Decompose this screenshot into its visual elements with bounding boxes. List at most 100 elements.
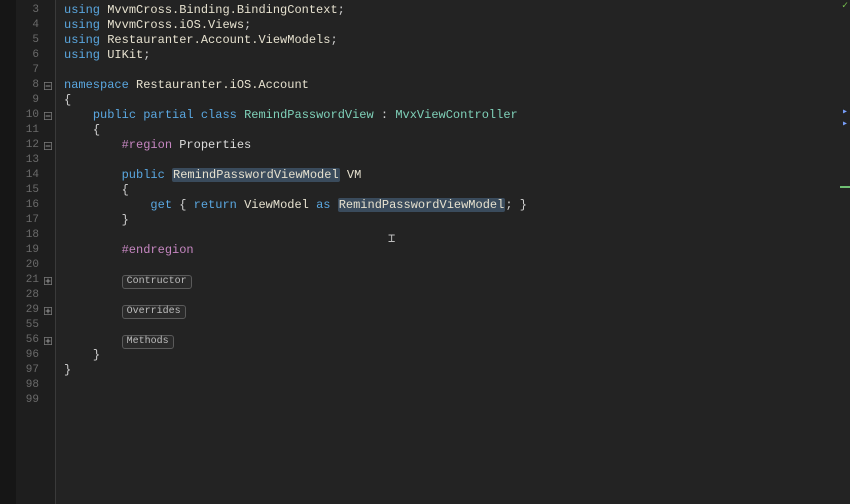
token-type: RemindPasswordView	[244, 108, 374, 122]
code-line[interactable]	[64, 318, 850, 333]
token-punct: ;	[244, 18, 251, 32]
code-line[interactable]: {	[64, 183, 850, 198]
line-number-gutter[interactable]: 3456789101112131415161718192021282955569…	[16, 0, 56, 504]
code-line[interactable]: get { return ViewModel as RemindPassword…	[64, 198, 850, 213]
line-number: 19	[19, 243, 43, 258]
fold-expand-icon[interactable]	[43, 336, 53, 346]
line-number: 17	[19, 213, 43, 228]
token-punct: {	[64, 93, 71, 107]
gutter-row[interactable]: 98	[16, 378, 55, 393]
code-line[interactable]	[64, 153, 850, 168]
token-punct: }	[93, 348, 100, 362]
gutter-row[interactable]: 7	[16, 63, 55, 78]
gutter-row[interactable]: 96	[16, 348, 55, 363]
code-line[interactable]: {	[64, 123, 850, 138]
code-line[interactable]: using MvvmCross.iOS.Views;	[64, 18, 850, 33]
code-line[interactable]: using UIKit;	[64, 48, 850, 63]
code-line[interactable]: Methods	[64, 333, 850, 348]
gutter-row[interactable]: 3	[16, 3, 55, 18]
token-id	[129, 78, 136, 92]
code-line[interactable]	[64, 378, 850, 393]
gutter-row[interactable]: 29	[16, 303, 55, 318]
fold-expand-icon[interactable]	[43, 276, 53, 286]
fold-collapse-icon[interactable]	[43, 81, 53, 91]
code-line[interactable]: }	[64, 213, 850, 228]
fold-collapse-icon[interactable]	[43, 141, 53, 151]
token-id	[165, 168, 172, 182]
fold-placeholder	[43, 6, 53, 16]
gutter-row[interactable]: 99	[16, 393, 55, 408]
code-line[interactable]	[64, 63, 850, 78]
line-number: 99	[19, 393, 43, 408]
gutter-row[interactable]: 4	[16, 18, 55, 33]
fold-collapse-icon[interactable]	[43, 111, 53, 121]
code-line[interactable]: using MvvmCross.Binding.BindingContext;	[64, 3, 850, 18]
gutter-row[interactable]: 56	[16, 333, 55, 348]
code-line[interactable]: namespace Restauranter.iOS.Account	[64, 78, 850, 93]
code-line[interactable]: #endregion	[64, 243, 850, 258]
gutter-row[interactable]: 10	[16, 108, 55, 123]
fold-expand-icon[interactable]	[43, 306, 53, 316]
gutter-row[interactable]: 97	[16, 363, 55, 378]
token-kw: using	[64, 33, 100, 47]
gutter-row[interactable]: 20	[16, 258, 55, 273]
code-area[interactable]: using MvvmCross.Binding.BindingContext;u…	[56, 0, 850, 504]
fold-placeholder	[43, 201, 53, 211]
line-number: 13	[19, 153, 43, 168]
code-line[interactable]	[64, 393, 850, 408]
gutter-row[interactable]: 18	[16, 228, 55, 243]
line-number: 97	[19, 363, 43, 378]
folded-region-tag[interactable]: Methods	[122, 335, 174, 349]
code-line[interactable]: Contructor	[64, 273, 850, 288]
token-id: MvvmCross.Binding.BindingContext	[107, 3, 337, 17]
folded-region-tag[interactable]: Contructor	[122, 275, 192, 289]
code-line[interactable]: public partial class RemindPasswordView …	[64, 108, 850, 123]
line-number: 7	[19, 63, 43, 78]
code-line[interactable]	[64, 258, 850, 273]
gutter-row[interactable]: 11	[16, 123, 55, 138]
code-line[interactable]: using Restauranter.Account.ViewModels;	[64, 33, 850, 48]
token-region: #endregion	[122, 243, 194, 257]
gutter-row[interactable]: 21	[16, 273, 55, 288]
token-kw: get	[150, 198, 172, 212]
code-line[interactable]	[64, 228, 850, 243]
code-line[interactable]	[64, 288, 850, 303]
gutter-row[interactable]: 17	[16, 213, 55, 228]
token-kw: namespace	[64, 78, 129, 92]
gutter-row[interactable]: 14	[16, 168, 55, 183]
token-id	[64, 138, 122, 152]
fold-placeholder	[43, 261, 53, 271]
code-line[interactable]: public RemindPasswordViewModel VM	[64, 168, 850, 183]
gutter-row[interactable]: 19	[16, 243, 55, 258]
token-punct: ;	[330, 33, 337, 47]
fold-placeholder	[43, 366, 53, 376]
gutter-row[interactable]: 9	[16, 93, 55, 108]
code-line[interactable]: }	[64, 348, 850, 363]
gutter-row[interactable]: 16	[16, 198, 55, 213]
gutter-row[interactable]: 13	[16, 153, 55, 168]
gutter-row[interactable]: 8	[16, 78, 55, 93]
breakpoint-strip[interactable]	[0, 0, 16, 504]
token-id	[64, 303, 122, 317]
folded-region-tag[interactable]: Overrides	[122, 305, 186, 319]
gutter-row[interactable]: 28	[16, 288, 55, 303]
token-id	[374, 108, 381, 122]
fold-placeholder	[43, 156, 53, 166]
gutter-row[interactable]: 15	[16, 183, 55, 198]
code-line[interactable]: #region Properties	[64, 138, 850, 153]
fold-placeholder	[43, 126, 53, 136]
code-line[interactable]: {	[64, 93, 850, 108]
line-number: 18	[19, 228, 43, 243]
gutter-row[interactable]: 12	[16, 138, 55, 153]
token-id: ViewModel	[244, 198, 309, 212]
line-number: 16	[19, 198, 43, 213]
fold-placeholder	[43, 36, 53, 46]
gutter-row[interactable]: 5	[16, 33, 55, 48]
code-line[interactable]: }	[64, 363, 850, 378]
line-number: 28	[19, 288, 43, 303]
token-id	[513, 198, 520, 212]
gutter-row[interactable]: 6	[16, 48, 55, 63]
gutter-row[interactable]: 55	[16, 318, 55, 333]
code-line[interactable]: Overrides	[64, 303, 850, 318]
line-number: 6	[19, 48, 43, 63]
